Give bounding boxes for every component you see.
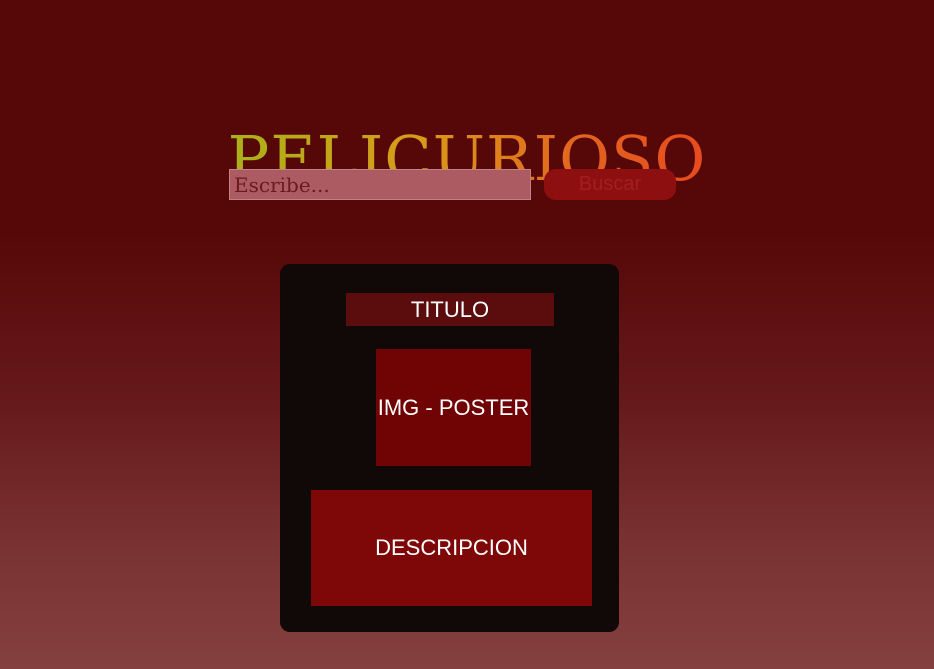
movie-description: DESCRIPCION [311,490,592,606]
movie-card: TITULO IMG - POSTER DESCRIPCION [280,264,619,632]
search-input[interactable] [229,169,531,200]
search-button[interactable]: Buscar [544,169,676,200]
movie-title: TITULO [346,293,554,326]
movie-poster: IMG - POSTER [376,349,531,466]
